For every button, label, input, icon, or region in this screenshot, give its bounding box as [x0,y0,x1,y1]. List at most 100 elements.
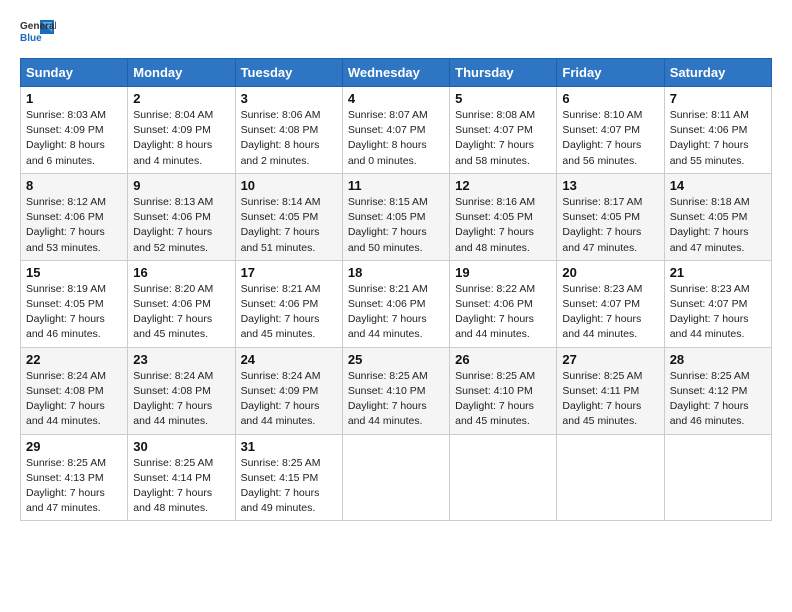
day-info: Sunrise: 8:11 AMSunset: 4:06 PMDaylight:… [670,108,766,169]
day-info: Sunrise: 8:19 AMSunset: 4:05 PMDaylight:… [26,282,122,343]
day-info: Sunrise: 8:04 AMSunset: 4:09 PMDaylight:… [133,108,229,169]
calendar-cell: 28 Sunrise: 8:25 AMSunset: 4:12 PMDayligh… [664,347,771,434]
day-number: 17 [241,265,337,280]
calendar-cell: 1 Sunrise: 8:03 AMSunset: 4:09 PMDaylight… [21,87,128,174]
day-header-sunday: Sunday [21,59,128,87]
calendar-cell: 8 Sunrise: 8:12 AMSunset: 4:06 PMDaylight… [21,173,128,260]
day-info: Sunrise: 8:23 AMSunset: 4:07 PMDaylight:… [670,282,766,343]
calendar-cell: 22 Sunrise: 8:24 AMSunset: 4:08 PMDayligh… [21,347,128,434]
calendar-cell: 25 Sunrise: 8:25 AMSunset: 4:10 PMDayligh… [342,347,449,434]
day-number: 24 [241,352,337,367]
day-info: Sunrise: 8:03 AMSunset: 4:09 PMDaylight:… [26,108,122,169]
day-number: 20 [562,265,658,280]
day-number: 3 [241,91,337,106]
day-number: 15 [26,265,122,280]
logo: General Blue [20,16,56,46]
calendar-cell: 5 Sunrise: 8:08 AMSunset: 4:07 PMDaylight… [450,87,557,174]
day-number: 7 [670,91,766,106]
calendar-cell: 31 Sunrise: 8:25 AMSunset: 4:15 PMDayligh… [235,434,342,521]
day-number: 31 [241,439,337,454]
day-number: 1 [26,91,122,106]
day-info: Sunrise: 8:22 AMSunset: 4:06 PMDaylight:… [455,282,551,343]
day-info: Sunrise: 8:06 AMSunset: 4:08 PMDaylight:… [241,108,337,169]
day-number: 6 [562,91,658,106]
day-header-thursday: Thursday [450,59,557,87]
day-number: 10 [241,178,337,193]
day-number: 22 [26,352,122,367]
calendar-cell: 14Sunrise: 8:18 AMSunset: 4:05 PMDayligh… [664,173,771,260]
calendar-body: 1 Sunrise: 8:03 AMSunset: 4:09 PMDaylight… [21,87,772,521]
day-header-monday: Monday [128,59,235,87]
calendar-cell: 27Sunrise: 8:25 AMSunset: 4:11 PMDayligh… [557,347,664,434]
day-number: 23 [133,352,229,367]
day-header-wednesday: Wednesday [342,59,449,87]
calendar-header: SundayMondayTuesdayWednesdayThursdayFrid… [21,59,772,87]
calendar-cell: 29 Sunrise: 8:25 AMSunset: 4:13 PMDayligh… [21,434,128,521]
day-number: 4 [348,91,444,106]
calendar-cell: 17Sunrise: 8:21 AMSunset: 4:06 PMDayligh… [235,260,342,347]
day-info: Sunrise: 8:18 AMSunset: 4:05 PMDaylight:… [670,195,766,256]
calendar-cell: 3 Sunrise: 8:06 AMSunset: 4:08 PMDaylight… [235,87,342,174]
calendar-cell: 21 Sunrise: 8:23 AMSunset: 4:07 PMDayligh… [664,260,771,347]
calendar-week-5: 29 Sunrise: 8:25 AMSunset: 4:13 PMDayligh… [21,434,772,521]
calendar-cell [450,434,557,521]
calendar-cell: 20 Sunrise: 8:23 AMSunset: 4:07 PMDayligh… [557,260,664,347]
day-number: 21 [670,265,766,280]
calendar-cell: 15 Sunrise: 8:19 AMSunset: 4:05 PMDayligh… [21,260,128,347]
day-info: Sunrise: 8:24 AMSunset: 4:08 PMDaylight:… [26,369,122,430]
calendar-cell: 23Sunrise: 8:24 AMSunset: 4:08 PMDayligh… [128,347,235,434]
day-info: Sunrise: 8:23 AMSunset: 4:07 PMDaylight:… [562,282,658,343]
day-info: Sunrise: 8:12 AMSunset: 4:06 PMDaylight:… [26,195,122,256]
day-info: Sunrise: 8:25 AMSunset: 4:13 PMDaylight:… [26,456,122,517]
day-info: Sunrise: 8:08 AMSunset: 4:07 PMDaylight:… [455,108,551,169]
logo-icon: General Blue [20,16,56,46]
day-info: Sunrise: 8:13 AMSunset: 4:06 PMDaylight:… [133,195,229,256]
calendar-cell: 13 Sunrise: 8:17 AMSunset: 4:05 PMDayligh… [557,173,664,260]
day-number: 28 [670,352,766,367]
calendar-cell: 10 Sunrise: 8:14 AMSunset: 4:05 PMDayligh… [235,173,342,260]
day-number: 11 [348,178,444,193]
day-header-friday: Friday [557,59,664,87]
day-info: Sunrise: 8:25 AMSunset: 4:14 PMDaylight:… [133,456,229,517]
calendar-cell: 16Sunrise: 8:20 AMSunset: 4:06 PMDayligh… [128,260,235,347]
day-info: Sunrise: 8:25 AMSunset: 4:10 PMDaylight:… [348,369,444,430]
day-header-tuesday: Tuesday [235,59,342,87]
calendar-cell: 26 Sunrise: 8:25 AMSunset: 4:10 PMDayligh… [450,347,557,434]
day-info: Sunrise: 8:24 AMSunset: 4:09 PMDaylight:… [241,369,337,430]
day-info: Sunrise: 8:15 AMSunset: 4:05 PMDaylight:… [348,195,444,256]
calendar-cell [342,434,449,521]
calendar-week-4: 22 Sunrise: 8:24 AMSunset: 4:08 PMDayligh… [21,347,772,434]
day-number: 25 [348,352,444,367]
day-number: 13 [562,178,658,193]
calendar-cell: 24 Sunrise: 8:24 AMSunset: 4:09 PMDayligh… [235,347,342,434]
calendar-week-2: 8 Sunrise: 8:12 AMSunset: 4:06 PMDaylight… [21,173,772,260]
calendar-cell: 18Sunrise: 8:21 AMSunset: 4:06 PMDayligh… [342,260,449,347]
day-number: 29 [26,439,122,454]
day-number: 18 [348,265,444,280]
calendar-cell: 11 Sunrise: 8:15 AMSunset: 4:05 PMDayligh… [342,173,449,260]
page-header: General Blue [20,16,772,46]
day-info: Sunrise: 8:25 AMSunset: 4:12 PMDaylight:… [670,369,766,430]
calendar-cell: 4Sunrise: 8:07 AMSunset: 4:07 PMDaylight… [342,87,449,174]
calendar-cell: 12Sunrise: 8:16 AMSunset: 4:05 PMDayligh… [450,173,557,260]
day-number: 8 [26,178,122,193]
day-number: 16 [133,265,229,280]
calendar-cell [557,434,664,521]
day-number: 26 [455,352,551,367]
day-info: Sunrise: 8:14 AMSunset: 4:05 PMDaylight:… [241,195,337,256]
day-info: Sunrise: 8:17 AMSunset: 4:05 PMDaylight:… [562,195,658,256]
calendar-cell: 30Sunrise: 8:25 AMSunset: 4:14 PMDayligh… [128,434,235,521]
calendar-cell: 2 Sunrise: 8:04 AMSunset: 4:09 PMDaylight… [128,87,235,174]
day-info: Sunrise: 8:25 AMSunset: 4:10 PMDaylight:… [455,369,551,430]
calendar-week-3: 15 Sunrise: 8:19 AMSunset: 4:05 PMDayligh… [21,260,772,347]
day-info: Sunrise: 8:10 AMSunset: 4:07 PMDaylight:… [562,108,658,169]
day-info: Sunrise: 8:25 AMSunset: 4:15 PMDaylight:… [241,456,337,517]
day-info: Sunrise: 8:25 AMSunset: 4:11 PMDaylight:… [562,369,658,430]
calendar-table: SundayMondayTuesdayWednesdayThursdayFrid… [20,58,772,521]
calendar-cell: 19Sunrise: 8:22 AMSunset: 4:06 PMDayligh… [450,260,557,347]
calendar-cell [664,434,771,521]
day-number: 2 [133,91,229,106]
day-number: 5 [455,91,551,106]
calendar-cell: 7 Sunrise: 8:11 AMSunset: 4:06 PMDaylight… [664,87,771,174]
day-number: 12 [455,178,551,193]
